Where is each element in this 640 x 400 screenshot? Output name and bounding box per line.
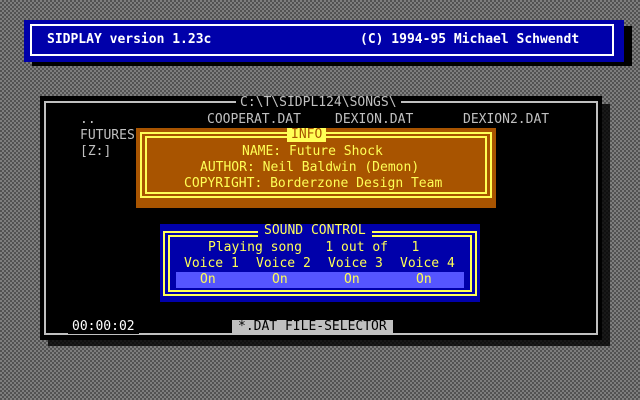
current-path: C:\T\SIDPL124\SONGS\ <box>236 96 401 110</box>
song-copyright: COPYRIGHT: Borderzone Design Team <box>184 176 443 191</box>
file-entry-dexion2[interactable]: DEXION2.DAT <box>463 113 549 127</box>
play-time: 00:00:02 <box>68 320 139 334</box>
voice-4-toggle[interactable]: On <box>416 273 432 287</box>
voice-4-label: Voice 4 <box>400 256 455 271</box>
file-entry-dexion[interactable]: DEXION.DAT <box>335 113 413 127</box>
file-entry-cooperat[interactable]: COOPERAT.DAT <box>207 113 301 127</box>
voice-3-toggle[interactable]: On <box>344 273 360 287</box>
voice-3-label: Voice 3 <box>328 256 383 271</box>
drive-entry-z[interactable]: [Z:] <box>80 145 111 159</box>
sound-control-title: SOUND CONTROL <box>258 224 372 238</box>
voice-2-label: Voice 2 <box>256 256 311 271</box>
song-author: AUTHOR: Neil Baldwin (Demon) <box>200 160 420 175</box>
file-entry-parent-dir[interactable]: .. <box>80 113 96 127</box>
info-title: INFO <box>287 128 327 142</box>
song-name: NAME: Future Shock <box>242 144 383 159</box>
app-title: SIDPLAY version 1.23c <box>47 32 212 47</box>
voice-1-toggle[interactable]: On <box>200 273 216 287</box>
copyright-text: (C) 1994-95 Michael Schwendt <box>360 32 580 47</box>
voice-2-toggle[interactable]: On <box>272 273 288 287</box>
voice-1-label: Voice 1 <box>184 256 239 271</box>
file-selector-label: *.DAT FILE-SELECTOR <box>232 320 393 334</box>
file-entry-futures[interactable]: FUTURES <box>80 129 135 143</box>
playing-song-status: Playing song 1 out of 1 <box>208 240 420 255</box>
